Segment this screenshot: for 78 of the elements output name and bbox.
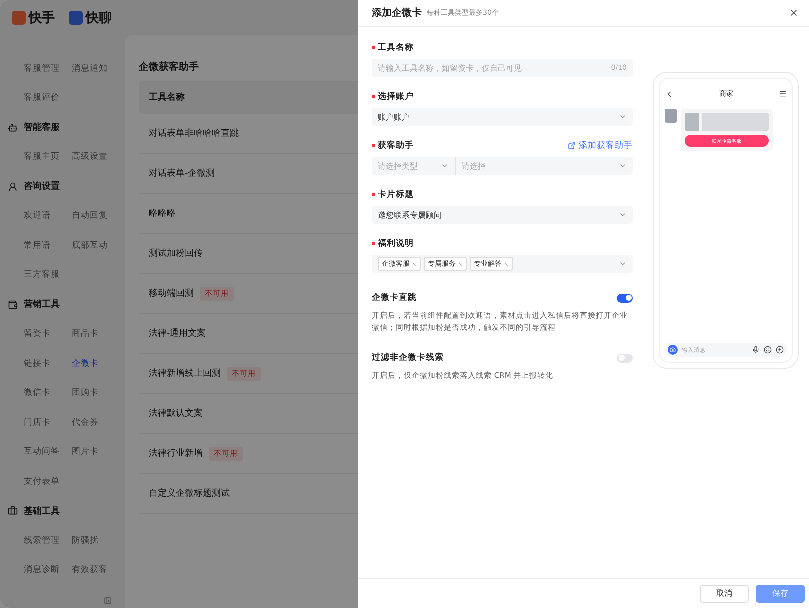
field-label: 卡片标题 (372, 188, 414, 200)
table-cell-text: 对话表单-企微测 (149, 168, 216, 180)
table-cell-text: 对话表单非哈哈哈直跳 (149, 128, 239, 140)
chevron-down-icon (619, 260, 627, 268)
sidebar-group-title: 咨询设置 (8, 172, 125, 202)
select-field[interactable]: 邀您联系专属顾问 (372, 206, 633, 224)
group-icon (8, 122, 18, 133)
add-link[interactable]: 添加获客助手 (568, 140, 633, 152)
sidebar-item[interactable]: 链接卡 (24, 349, 72, 378)
sidebar-item[interactable]: 欢迎语 (24, 202, 72, 231)
sidebar-item[interactable]: 代金券 (72, 408, 122, 438)
sidebar-item[interactable]: 图片卡 (72, 438, 122, 467)
toggle-switch[interactable] (617, 354, 633, 362)
chevron-down-icon (619, 113, 627, 121)
chevron-down-icon (619, 211, 627, 219)
sidebar-group-title: 智能客服 (8, 113, 125, 142)
close-icon[interactable] (789, 8, 799, 18)
field-label: 工具名称 (372, 42, 414, 54)
avatar-placeholder (665, 109, 677, 123)
back-icon (665, 90, 674, 98)
sidebar-item[interactable]: 高级设置 (72, 142, 122, 172)
sidebar-item[interactable]: 消息诊断 (24, 556, 72, 585)
sidebar-item[interactable]: 客服管理 (24, 54, 72, 84)
sidebar-item[interactable]: 留资卡 (24, 320, 72, 349)
sidebar-item[interactable]: 线索管理 (24, 526, 72, 556)
field-label: 获客助手 (372, 140, 414, 152)
chevron-down-icon (619, 162, 627, 170)
select-field[interactable]: 账户账户 (372, 108, 633, 126)
camera-icon[interactable] (668, 345, 678, 355)
table-cell-text: 法律新增线上回测 (149, 368, 221, 380)
app-logo: 快聊 (69, 8, 112, 26)
menu-icon (779, 90, 787, 98)
sidebar-item[interactable]: 常用语 (24, 231, 72, 260)
sidebar-item[interactable]: 团购卡 (72, 378, 122, 408)
table-cell: 法律-通用文案 (149, 327, 206, 340)
external-link-icon (568, 142, 576, 150)
table-cell-text: 测试加粉回传 (149, 248, 203, 260)
group-icon (8, 300, 18, 310)
table-cell-text: 略略略 (149, 208, 176, 220)
sidebar-item[interactable]: 互动问答 (24, 438, 72, 467)
sidebar-item[interactable]: 商品卡 (72, 320, 122, 349)
sidebar-item[interactable]: 客服评价 (24, 84, 72, 113)
field-label: 选择账户 (372, 90, 414, 102)
sidebar-item[interactable]: 支付表单 (24, 467, 72, 496)
sidebar-item[interactable]: 客服主页 (24, 142, 72, 172)
cancel-button[interactable]: 取消 (700, 584, 749, 602)
table-cell-text: 自定义企微标题测试 (149, 488, 230, 500)
field-label: 福利说明 (372, 238, 414, 250)
table-cell: 法律默认文案 (149, 407, 203, 420)
chevron-down-icon (441, 162, 449, 170)
group-icon (8, 506, 18, 516)
table-header: 工具名称 (139, 81, 358, 114)
group-icon (8, 182, 18, 192)
sidebar-item[interactable]: 消息通知 (72, 54, 122, 84)
sidebar-group-title: 基础工具 (8, 496, 125, 526)
table-cell-text: 移动端回测 (149, 288, 194, 300)
page-title: 企微获客助手 (139, 60, 200, 75)
toggle-label: 过滤非企微卡线索 (372, 352, 444, 364)
sidebar-group-title: 营销工具 (8, 290, 125, 320)
microphone-icon[interactable] (752, 346, 760, 354)
plus-icon[interactable] (776, 346, 784, 354)
sidebar-item[interactable]: 门店卡 (24, 408, 72, 438)
app-logo: 快手 (12, 8, 55, 26)
collapse-icon[interactable] (104, 597, 112, 605)
toggle-switch[interactable] (617, 294, 633, 302)
sidebar-item[interactable]: 自动回复 (72, 202, 122, 231)
toggle-label: 企微卡直跳 (372, 292, 417, 304)
sidebar-item[interactable]: 防骚扰 (72, 526, 122, 556)
sidebar-item[interactable]: 有效获客 (72, 556, 122, 585)
sidebar-item[interactable]: 底部互动 (72, 231, 122, 260)
sidebar-item[interactable]: 微信卡 (24, 378, 72, 408)
drawer-title: 添加企微卡 (372, 6, 422, 20)
select-field[interactable]: 请选择类型 (372, 157, 456, 175)
select-field[interactable]: 请选择 (456, 157, 633, 175)
sidebar-item[interactable]: 三方客服 (24, 260, 72, 290)
smiley-icon[interactable] (764, 346, 772, 354)
sidebar-item[interactable]: 企微卡 (72, 349, 122, 378)
table-cell-text: 法律行业新增 (149, 448, 203, 460)
